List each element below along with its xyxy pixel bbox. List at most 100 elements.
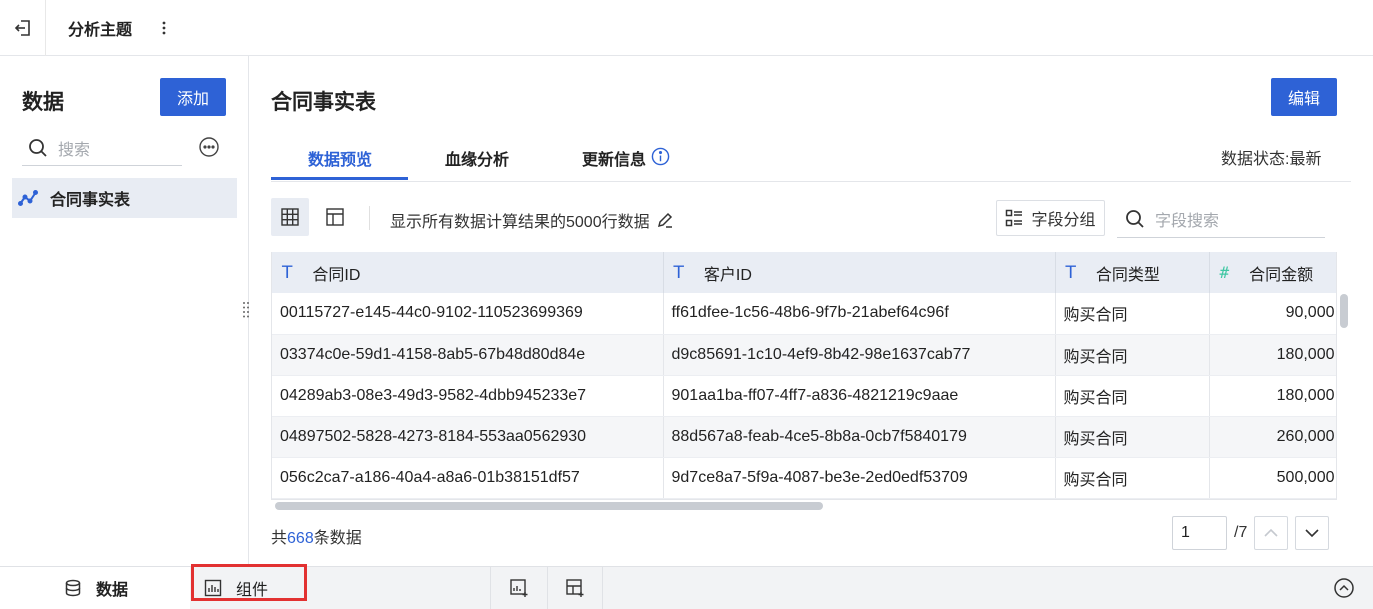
- horizontal-scrollbar[interactable]: [275, 502, 823, 510]
- bottom-tab-data[interactable]: 数据: [0, 567, 190, 609]
- table-cell: 500,000: [1209, 457, 1336, 499]
- column-header-contract-amount[interactable]: # 合同金额: [1209, 252, 1336, 293]
- table-cell: 购买合同: [1055, 416, 1210, 458]
- add-dashboard-icon: [566, 579, 584, 597]
- table-cell: 购买合同: [1055, 334, 1210, 376]
- table-cell: ff61dfee-1c56-48b6-9f7b-21abef64c96f: [663, 293, 1056, 335]
- page-number-input[interactable]: 1: [1172, 516, 1227, 550]
- edit-button[interactable]: 编辑: [1271, 78, 1337, 116]
- column-header-contract-type[interactable]: T 合同类型: [1055, 252, 1210, 293]
- tab-update-info[interactable]: 更新信息: [582, 136, 670, 180]
- table-cell: 00115727-e145-44c0-9102-110523699369: [272, 293, 664, 335]
- field-search-placeholder: 字段搜索: [1155, 212, 1220, 230]
- drag-handle-icon: [243, 302, 249, 318]
- table-cell: 901aa1ba-ff07-4ff7-a836-4821219c9aae: [663, 375, 1056, 417]
- more-circle-icon: [199, 137, 219, 157]
- search-icon: [1126, 209, 1144, 228]
- grid-icon: [281, 208, 299, 226]
- table-cell: 购买合同: [1055, 375, 1210, 417]
- table-cell: 056c2ca7-a186-40a4-a8a6-01b38151df57: [272, 457, 664, 499]
- chevron-down-icon: [1305, 529, 1319, 538]
- prev-page-button[interactable]: [1254, 516, 1288, 550]
- result-rows-setting[interactable]: 显示所有数据计算结果的5000行数据: [390, 208, 674, 232]
- layout-view-button[interactable]: [316, 198, 354, 236]
- grid-view-button[interactable]: [271, 198, 309, 236]
- table-cell: 9d7ce8a7-5f9a-4087-be3e-2ed0edf53709: [663, 457, 1056, 499]
- sidebar-item-label: 合同事实表: [50, 192, 131, 209]
- row-count-value: 668: [287, 530, 314, 547]
- field-search-input[interactable]: 字段搜索: [1117, 200, 1325, 238]
- main-content: 合同事实表 编辑 数据预览 血缘分析 更新信息 数据状态:最新 显示所有数据计算…: [250, 56, 1373, 566]
- column-label: 客户ID: [703, 266, 752, 284]
- top-bar: 分析主题: [0, 0, 1373, 56]
- info-icon: [651, 147, 670, 165]
- vertical-scrollbar[interactable]: [1340, 294, 1348, 328]
- data-status-label: 数据状态:: [1221, 151, 1290, 168]
- table-cell: 04897502-5828-4273-8184-553aa0562930: [272, 416, 664, 458]
- text-type-icon: T: [1065, 262, 1076, 283]
- bottom-tab-label: 数据: [96, 582, 129, 599]
- sidebar-more-button[interactable]: [198, 136, 220, 158]
- sidebar-title: 数据: [22, 91, 64, 114]
- sidebar-search-input[interactable]: 搜索: [22, 130, 182, 166]
- table-cell: 180,000: [1209, 334, 1336, 376]
- text-type-icon: T: [282, 262, 293, 283]
- page-title: 合同事实表: [271, 91, 376, 114]
- database-icon: [65, 579, 81, 597]
- table-cell: 260,000: [1209, 416, 1336, 458]
- number-type-icon: #: [1219, 263, 1230, 282]
- column-header-customer-id[interactable]: T 客户ID: [663, 252, 1056, 293]
- table-row: 04289ab3-08e3-49d3-9582-4dbb945233e7 901…: [272, 375, 1336, 417]
- row-count: 共668条数据: [271, 524, 362, 548]
- data-status-value: 最新: [1289, 151, 1322, 168]
- dataset-icon: [18, 190, 38, 206]
- result-rows-text: 显示所有数据计算结果的5000行数据: [390, 214, 650, 231]
- resize-handle[interactable]: [242, 301, 250, 322]
- more-vertical-icon: [162, 21, 166, 34]
- tab-bar: 数据预览 血缘分析 更新信息: [271, 136, 1351, 182]
- table-row: 04897502-5828-4273-8184-553aa0562930 88d…: [272, 416, 1336, 458]
- table-cell: d9c85691-1c10-4ef9-8b42-98e1637cab77: [663, 334, 1056, 376]
- table-cell: 180,000: [1209, 375, 1336, 417]
- active-tab-indicator: [271, 177, 408, 180]
- search-icon: [29, 138, 47, 157]
- column-header-contract-id[interactable]: T 合同ID: [272, 252, 664, 293]
- table-cell: 购买合同: [1055, 293, 1210, 335]
- tab-label: 更新信息: [582, 152, 647, 169]
- field-group-button[interactable]: 字段分组: [996, 200, 1105, 236]
- more-menu-button[interactable]: [156, 18, 172, 38]
- tab-data-preview[interactable]: 数据预览: [308, 136, 372, 180]
- table-cell: 04289ab3-08e3-49d3-9582-4dbb945233e7: [272, 375, 664, 417]
- row-count-suffix: 条数据: [313, 530, 362, 547]
- exit-icon: [14, 19, 30, 36]
- highlight-annotation: [191, 564, 307, 601]
- table-cell: 90,000: [1209, 293, 1336, 335]
- sidebar-search-placeholder: 搜索: [58, 141, 91, 159]
- add-data-button[interactable]: 添加: [160, 78, 226, 116]
- table-header-row: T 合同ID T 客户ID T 合同类型 # 合同金额: [272, 252, 1336, 293]
- data-status: 数据状态:最新: [1221, 145, 1321, 169]
- tab-label: 数据预览: [308, 152, 373, 169]
- toolbar-divider: [369, 206, 370, 230]
- table-row: 03374c0e-59d1-4158-8ab5-67b48d80d84e d9c…: [272, 334, 1336, 376]
- exit-button[interactable]: [0, 0, 46, 56]
- field-group-label: 字段分组: [1031, 212, 1096, 229]
- next-page-button[interactable]: [1295, 516, 1329, 550]
- collapse-bottom-button[interactable]: [1333, 577, 1355, 599]
- column-label: 合同ID: [312, 266, 361, 284]
- column-label: 合同金额: [1249, 266, 1314, 284]
- add-chart-icon: [509, 579, 527, 597]
- tab-lineage-analysis[interactable]: 血缘分析: [445, 136, 509, 180]
- pencil-icon: [657, 212, 672, 228]
- sidebar-item-contract-fact-table[interactable]: 合同事实表: [12, 178, 237, 218]
- data-preview-table: T 合同ID T 客户ID T 合同类型 # 合同金额 00115727-e145-44…: [271, 252, 1337, 500]
- chevron-up-circle-icon: [1334, 578, 1354, 598]
- total-pages: /7: [1234, 524, 1248, 541]
- analysis-topic-title: 分析主题: [68, 21, 133, 39]
- table-cell: 购买合同: [1055, 457, 1210, 499]
- table-cell: 88d567a8-feab-4ce5-8b8a-0cb7f5840179: [663, 416, 1056, 458]
- add-dashboard-button[interactable]: [547, 567, 603, 609]
- preview-toolbar: 显示所有数据计算结果的5000行数据 字段分组 字段搜索: [271, 198, 1331, 238]
- data-sidebar: 数据 添加 搜索 合同事实表: [0, 56, 249, 566]
- add-component-button[interactable]: [490, 567, 546, 609]
